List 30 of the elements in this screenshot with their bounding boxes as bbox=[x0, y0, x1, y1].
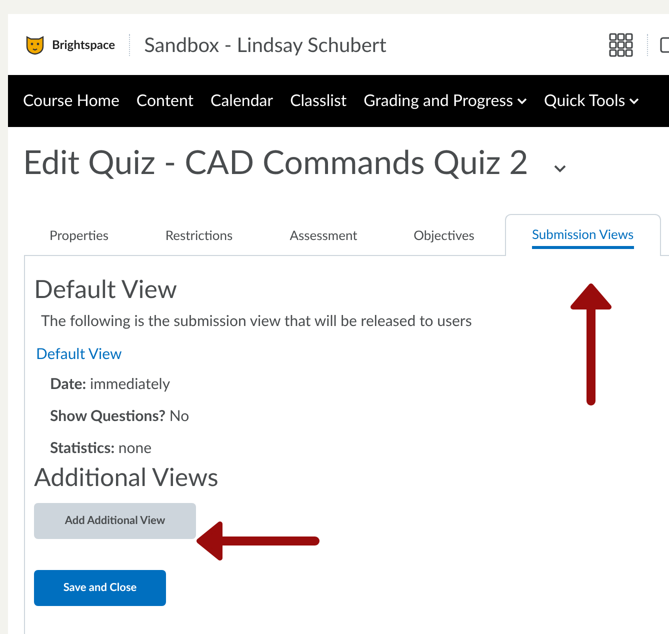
tab[interactable]: Assessment bbox=[264, 216, 383, 256]
chevron-down-icon bbox=[517, 98, 528, 104]
tab[interactable]: Submission Views bbox=[505, 214, 661, 256]
detail-label: Show Questions? bbox=[50, 407, 166, 425]
add-view-button[interactable]: Add Additional View bbox=[34, 503, 196, 539]
nav-link[interactable]: Calendar bbox=[210, 89, 274, 113]
chevron-down-icon bbox=[629, 98, 640, 104]
nav-link[interactable]: Content bbox=[136, 89, 194, 113]
nav-link[interactable]: Classlist bbox=[290, 89, 347, 113]
chevron-down-icon[interactable] bbox=[554, 165, 566, 173]
save-button[interactable]: Save and Close bbox=[34, 570, 166, 606]
detail-label: Statistics: bbox=[50, 439, 115, 457]
detail-value: immediately bbox=[90, 375, 170, 393]
course-title[interactable]: Sandbox - Lindsay Schubert bbox=[144, 30, 386, 60]
tab[interactable]: Properties bbox=[24, 216, 134, 256]
nav-link[interactable]: Grading and Progress bbox=[364, 89, 528, 113]
nav-link[interactable]: Course Home bbox=[23, 89, 120, 113]
nav-link[interactable]: Quick Tools bbox=[544, 89, 640, 113]
logo-icon bbox=[24, 34, 46, 56]
brand-name[interactable]: Brightspace bbox=[52, 36, 116, 54]
description-text: The following is the submission view that will be released to users bbox=[41, 311, 473, 332]
detail-value: none bbox=[118, 439, 152, 457]
grid-icon[interactable] bbox=[609, 32, 633, 56]
detail-label: Date: bbox=[50, 375, 86, 393]
tab[interactable]: Restrictions bbox=[134, 216, 264, 256]
detail-value: No bbox=[169, 407, 190, 425]
default-view-link[interactable]: Default View bbox=[36, 342, 669, 365]
section-heading: Additional Views bbox=[34, 461, 220, 493]
page-title: Edit Quiz - CAD Commands Quiz 2 bbox=[23, 141, 528, 183]
section-heading: Default View bbox=[34, 273, 178, 306]
